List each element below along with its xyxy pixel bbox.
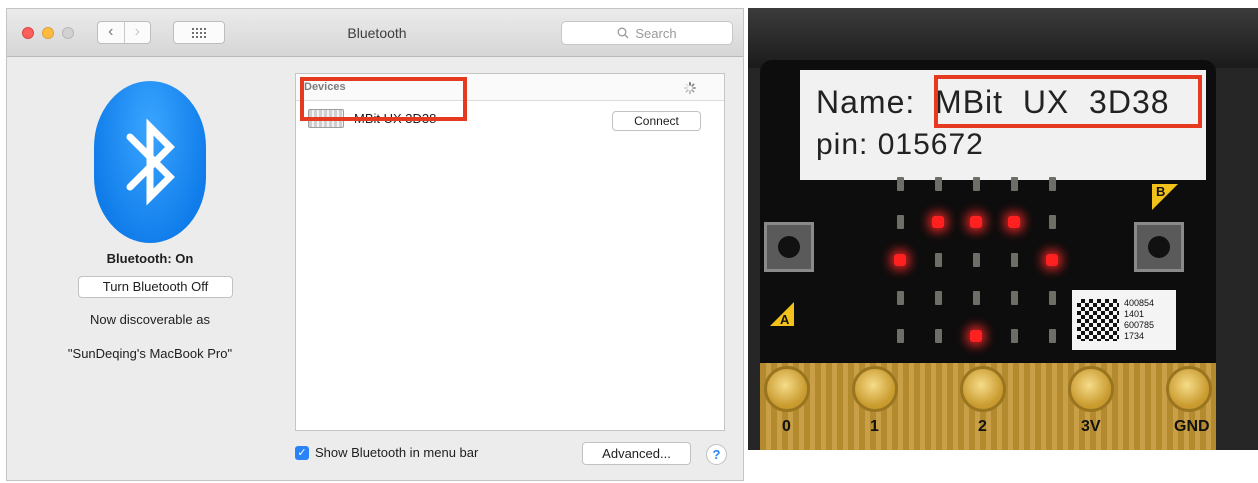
- pin-label: 0: [782, 418, 791, 435]
- led-off: [1011, 177, 1018, 191]
- pin-pad: [1166, 366, 1212, 412]
- devices-list: Devices MBit UX 3D38 Connect: [295, 73, 725, 431]
- discoverable-device-name: "SunDeqing's MacBook Pro": [67, 346, 233, 361]
- window-title: Bluetooth: [347, 25, 407, 41]
- turn-bluetooth-off-button[interactable]: Turn Bluetooth Off: [78, 276, 233, 298]
- led-off: [935, 291, 942, 305]
- qr-sticker: 400854 1401 600785 1734: [1072, 290, 1176, 350]
- name-highlight-box: [934, 75, 1202, 128]
- title-bar: ‹ › Bluetooth Search: [7, 9, 743, 57]
- pin-label: 3V: [1081, 418, 1101, 435]
- bluetooth-preferences-window: ‹ › Bluetooth Search Bluetooth: On Turn …: [6, 8, 744, 481]
- microbit-photo: Name: MBit UX 3D38 pin: 015672 A B 40085…: [748, 8, 1258, 450]
- led-on: [1046, 254, 1058, 266]
- help-button[interactable]: ?: [706, 444, 727, 465]
- photo-background: [748, 8, 1258, 68]
- back-button[interactable]: ‹: [98, 22, 124, 43]
- led-off: [897, 215, 904, 229]
- led-off: [1049, 291, 1056, 305]
- led-off: [935, 177, 942, 191]
- pin-pad: [852, 366, 898, 412]
- label-pin-text: pin: 015672: [816, 128, 984, 161]
- search-icon: [617, 27, 629, 39]
- pin-pad: [960, 366, 1006, 412]
- button-a-label: A: [780, 312, 790, 327]
- show-in-menu-bar-checkbox[interactable]: ✓: [295, 445, 309, 460]
- close-window-button[interactable]: [22, 27, 34, 39]
- qr-numbers: 400854 1401 600785 1734: [1124, 298, 1155, 341]
- zoom-window-button[interactable]: [62, 27, 74, 39]
- advanced-button[interactable]: Advanced...: [582, 442, 691, 465]
- led-off: [897, 291, 904, 305]
- led-off: [935, 253, 942, 267]
- discoverable-text: Now discoverable as: [90, 312, 210, 327]
- show-in-menu-bar-label: Show Bluetooth in menu bar: [315, 445, 479, 460]
- led-off: [1049, 177, 1056, 191]
- navigation-buttons: ‹ ›: [97, 21, 151, 44]
- button-a: [764, 222, 814, 272]
- forward-button[interactable]: ›: [123, 22, 151, 43]
- led-off: [897, 329, 904, 343]
- show-in-menu-bar-option[interactable]: ✓ Show Bluetooth in menu bar: [295, 445, 478, 460]
- pin-label: 2: [978, 418, 987, 435]
- led-off: [935, 329, 942, 343]
- minimize-window-button[interactable]: [42, 27, 54, 39]
- button-b-label: B: [1156, 184, 1166, 199]
- led-off: [973, 253, 980, 267]
- qr-code: [1077, 299, 1119, 341]
- led-off: [1011, 291, 1018, 305]
- led-on: [932, 216, 944, 228]
- bluetooth-status: Bluetooth: On: [106, 251, 194, 266]
- led-on: [970, 216, 982, 228]
- show-all-preferences-button[interactable]: [173, 21, 225, 44]
- led-on: [1008, 216, 1020, 228]
- led-off: [973, 177, 980, 191]
- search-field[interactable]: Search: [561, 21, 733, 45]
- led-off: [973, 291, 980, 305]
- led-off: [897, 177, 904, 191]
- led-off: [1049, 215, 1056, 229]
- device-highlight-box: [300, 77, 467, 121]
- led-off: [1011, 253, 1018, 267]
- button-b: [1134, 222, 1184, 272]
- search-placeholder: Search: [635, 25, 677, 41]
- pin-pad: [1068, 366, 1114, 412]
- loading-spinner-icon: [684, 82, 696, 94]
- pin-label: 1: [870, 418, 879, 435]
- led-off: [1011, 329, 1018, 343]
- pin-label: GND: [1174, 418, 1210, 435]
- led-off: [1049, 329, 1056, 343]
- led-on: [894, 254, 906, 266]
- pin-pad: [764, 366, 810, 412]
- bluetooth-icon: [94, 81, 206, 243]
- led-on: [970, 330, 982, 342]
- connect-button[interactable]: Connect: [612, 111, 701, 131]
